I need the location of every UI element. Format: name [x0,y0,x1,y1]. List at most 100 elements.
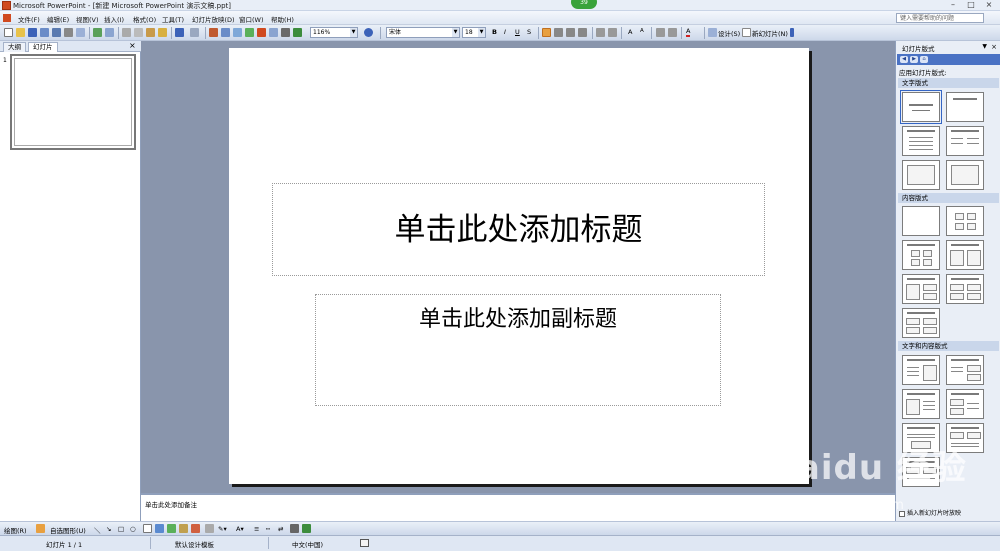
menu-window[interactable]: 窗口(W) [239,14,264,24]
slide-thumbnail[interactable] [10,54,136,150]
numbering-icon[interactable] [596,28,605,37]
layout-title-text-four-content[interactable] [902,457,940,487]
slide-canvas[interactable]: 单击此处添加标题 单击此处添加副标题 [229,48,809,484]
oval-icon[interactable]: ○ [130,525,136,533]
increase-font-icon[interactable]: A [628,28,632,36]
bold-button[interactable]: B [492,28,497,36]
maximize-button[interactable]: □ [962,0,980,10]
shadow-style-icon[interactable] [290,524,299,533]
shadow-button[interactable]: S [527,28,531,36]
menu-file[interactable]: 文件(F) [18,14,40,24]
diagram-icon[interactable] [167,524,176,533]
layout-title-slide[interactable] [900,90,942,124]
layout-title-only[interactable] [946,92,984,122]
show-when-inserting-option[interactable]: 插入新幻灯片时放映 [899,508,961,517]
layout-two-content[interactable] [946,240,984,270]
title-placeholder[interactable]: 单击此处添加标题 [272,183,765,276]
spelling-icon[interactable] [93,28,102,37]
tab-outline[interactable]: 大纲 [3,42,26,52]
expand-all-icon[interactable] [269,28,278,37]
forward-icon[interactable]: ▶ [910,56,918,63]
insert-picture-icon[interactable] [257,28,266,37]
layout-vertical-text[interactable] [902,160,940,190]
insert-diagram-icon[interactable] [245,28,254,37]
new-slide-icon[interactable] [742,28,751,37]
notes-pane[interactable]: 单击此处添加备注 [141,493,895,521]
font-color-draw-icon[interactable]: A▾ [236,525,244,533]
font-size-select[interactable]: 18 ▼ [462,27,486,38]
insert-table-icon[interactable] [221,28,230,37]
undo-icon[interactable] [175,28,184,37]
menu-view[interactable]: 视图(V) [76,14,99,24]
format-painter-icon[interactable] [158,28,167,37]
decrease-indent-icon[interactable] [656,28,665,37]
layout-title-text[interactable] [902,126,940,156]
menu-format[interactable]: 格式(O) [133,14,156,24]
layout-four-content[interactable] [946,274,984,304]
arrow-icon[interactable]: ↘ [106,525,111,533]
rectangle-icon[interactable]: □ [118,525,124,533]
checkbox[interactable] [899,510,905,517]
layout-title-content[interactable] [902,240,940,270]
permission-icon[interactable] [40,28,49,37]
design-button[interactable]: 设计(S) [718,28,740,38]
layout-title-text-two-content[interactable] [946,355,984,385]
task-pane-menu-icon[interactable]: ▼ [982,43,987,50]
tab-slides[interactable]: 幻灯片 [28,42,58,52]
arrow-style-icon[interactable]: ⇄ [278,525,283,533]
justify-icon[interactable] [578,28,587,37]
new-slide-button[interactable]: 新幻灯片(N) [752,28,788,38]
design-icon[interactable] [708,28,717,37]
line-icon[interactable]: ＼ [94,525,101,535]
decrease-font-icon[interactable]: A [640,28,644,34]
layout-title-content-over-text[interactable] [946,423,984,453]
redo-icon[interactable] [190,28,199,37]
toolbar-options-icon[interactable] [790,28,794,37]
open-icon[interactable] [16,28,25,37]
copy-icon[interactable] [134,28,143,37]
fill-color-icon[interactable] [205,524,214,533]
picture-icon[interactable] [191,524,200,533]
align-left-icon[interactable] [542,28,551,37]
align-center-icon[interactable] [554,28,563,37]
layout-two-column-text[interactable] [946,126,984,156]
grid-icon[interactable] [293,28,302,37]
help-icon[interactable] [364,28,373,37]
print-icon[interactable] [64,28,73,37]
line-style-icon[interactable]: ≡ [254,525,259,533]
new-icon[interactable] [4,28,13,37]
show-formatting-icon[interactable] [281,28,290,37]
zoom-select[interactable]: 116% ▼ [310,27,358,38]
text-box-icon[interactable] [143,524,152,533]
menu-edit[interactable]: 编辑(E) [47,14,69,24]
back-icon[interactable]: ◀ [900,56,908,63]
menu-tools[interactable]: 工具(T) [162,14,184,24]
email-icon[interactable] [52,28,61,37]
spelling-status-icon[interactable] [360,539,369,547]
save-icon[interactable] [28,28,37,37]
print-preview-icon[interactable] [76,28,85,37]
layout-title-text-over-content[interactable] [902,423,940,453]
home-icon[interactable]: ⌂ [920,56,928,63]
layout-blank[interactable] [902,206,940,236]
layout-title-two-content-over[interactable] [902,274,940,304]
minimize-button[interactable]: – [944,0,962,10]
increase-indent-icon[interactable] [668,28,677,37]
help-search-input[interactable]: 键入需要帮助的问题 [896,13,984,23]
close-window-button[interactable]: × [980,0,998,10]
layout-vertical-title-text[interactable] [946,160,984,190]
tables-borders-icon[interactable] [233,28,242,37]
menu-help[interactable]: 帮助(H) [271,14,294,24]
layout-content[interactable] [946,206,984,236]
layout-title-text-content[interactable] [902,355,940,385]
bullets-icon[interactable] [608,28,617,37]
wordart-icon[interactable] [155,524,164,533]
dash-style-icon[interactable]: ┅ [266,525,270,533]
cut-icon[interactable] [122,28,131,37]
align-right-icon[interactable] [566,28,575,37]
layout-title-content-text[interactable] [902,389,940,419]
3d-style-icon[interactable] [302,524,311,533]
clip-art-icon[interactable] [179,524,188,533]
italic-button[interactable]: I [504,28,506,36]
layout-four-content-alt[interactable] [902,308,940,338]
